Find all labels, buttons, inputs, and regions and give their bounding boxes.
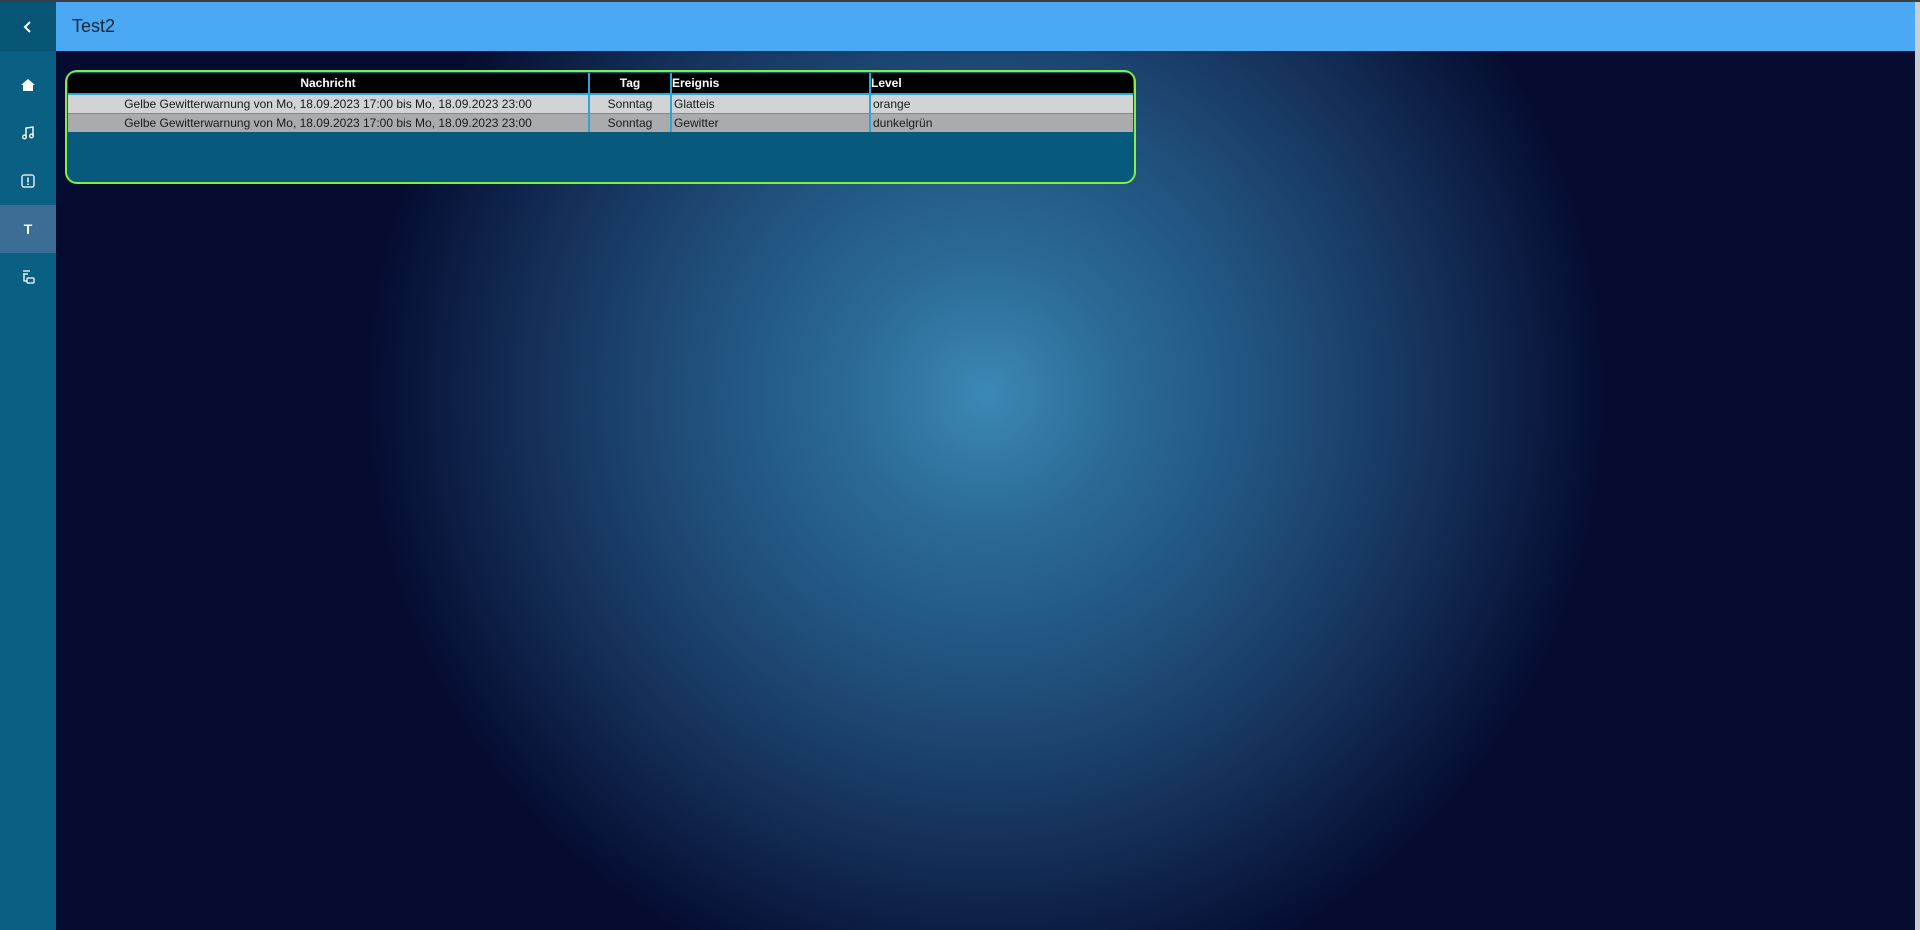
warnings-table: Nachricht Tag Ereignis Level Gelbe Gewit… [68, 73, 1133, 132]
main-content: Nachricht Tag Ereignis Level Gelbe Gewit… [56, 51, 1915, 930]
column-header-nachricht[interactable]: Nachricht [68, 73, 589, 94]
column-header-level[interactable]: Level [869, 73, 1133, 94]
app-header: Test2 [56, 2, 1915, 51]
t-letter-icon: T [23, 221, 33, 237]
column-header-ereignis[interactable]: Ereignis [670, 73, 870, 94]
nav-item-home[interactable] [0, 61, 56, 109]
cell-nachricht: Gelbe Gewitterwarnung von Mo, 18.09.2023… [68, 93, 589, 114]
home-icon [20, 77, 36, 93]
cell-tag: Sonntag [588, 93, 671, 114]
alert-square-icon [20, 173, 36, 189]
cell-tag: Sonntag [588, 113, 671, 132]
cell-nachricht: Gelbe Gewitterwarnung von Mo, 18.09.2023… [68, 113, 589, 132]
music-note-icon [20, 125, 36, 141]
nav-item-flow[interactable] [0, 253, 56, 301]
table-row: Gelbe Gewitterwarnung von Mo, 18.09.2023… [68, 113, 1133, 132]
window-right-border [1915, 2, 1920, 930]
cell-level: dunkelgrün [869, 113, 1133, 132]
weather-warnings-widget: Nachricht Tag Ereignis Level Gelbe Gewit… [65, 70, 1136, 184]
nav-item-music[interactable] [0, 109, 56, 157]
nav-item-test2[interactable]: T [0, 205, 56, 253]
column-header-tag[interactable]: Tag [588, 73, 671, 94]
page-title: Test2 [72, 16, 116, 36]
chevron-left-icon [21, 20, 35, 34]
sidebar-nav: T [0, 61, 56, 301]
table-header-row: Nachricht Tag Ereignis Level [68, 73, 1133, 94]
table-row: Gelbe Gewitterwarnung von Mo, 18.09.2023… [68, 93, 1133, 114]
back-button[interactable] [0, 2, 56, 51]
cell-ereignis: Glatteis [670, 93, 870, 114]
sidebar: T [0, 2, 56, 930]
list-flow-icon [20, 269, 36, 285]
nav-item-alerts[interactable] [0, 157, 56, 205]
cell-ereignis: Gewitter [670, 113, 870, 132]
cell-level: orange [869, 93, 1133, 114]
